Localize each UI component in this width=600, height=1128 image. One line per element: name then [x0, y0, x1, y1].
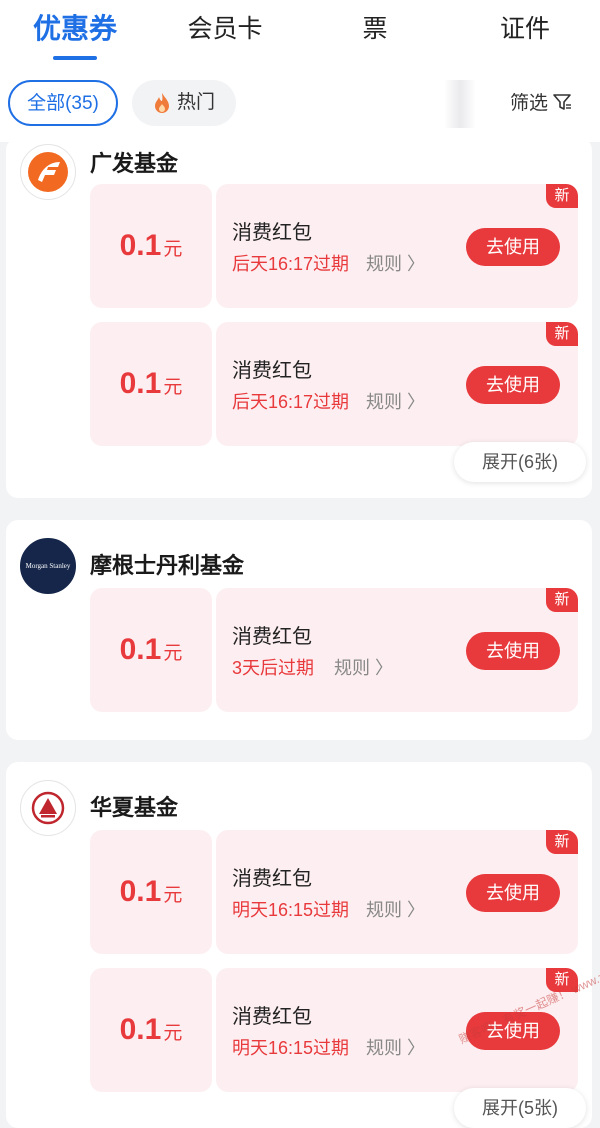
- coupon-card: 0.1 元 消费红包 明天16:15过期 规则 〉 去使用 新: [90, 830, 578, 954]
- coupon-title: 消费红包: [232, 1006, 312, 1028]
- coupon-title: 消费红包: [232, 222, 312, 244]
- coupon-amount-section: 0.1 元: [90, 830, 212, 954]
- coupon-title: 消费红包: [232, 360, 312, 382]
- brand-card-gf: 广发基金 0.1 元 消费红包 后天16:17过期 规则 〉 去使用 新 0.1 元…: [6, 138, 592, 498]
- coupon-expiry: 后天16:17过期: [232, 254, 350, 274]
- coupon-card: 0.1 元 消费红包 后天16:17过期 规则 〉 去使用 新: [90, 184, 578, 308]
- tab-coupons[interactable]: 优惠券: [0, 0, 150, 64]
- expand-button[interactable]: 展开(6张): [454, 442, 586, 482]
- coupon-rules-link[interactable]: 规则 〉: [366, 896, 425, 922]
- brand-card-morgan-stanley: Morgan Stanley 摩根士丹利基金 0.1 元 消费红包 3天后过期 规…: [6, 520, 592, 740]
- use-coupon-button[interactable]: 去使用: [466, 366, 560, 404]
- coupon-unit: 元: [163, 377, 183, 398]
- brand-name: 华夏基金: [90, 795, 179, 820]
- filter-button[interactable]: 筛选: [510, 88, 572, 115]
- chinaamc-logo-icon: [20, 780, 76, 836]
- coupon-expiry: 后天16:17过期: [232, 392, 350, 412]
- coupon-amount-section: 0.1 元: [90, 184, 212, 308]
- coupon-expiry: 明天16:15过期: [232, 900, 350, 920]
- coupon-amount-section: 0.1 元: [90, 968, 212, 1092]
- coupon-rules-link[interactable]: 规则 〉: [334, 654, 393, 680]
- gf-fund-logo-icon: [20, 144, 76, 200]
- coupon-amount-section: 0.1 元: [90, 322, 212, 446]
- coupon-unit: 元: [163, 643, 183, 664]
- brand-name: 广发基金: [90, 151, 179, 176]
- coupon-amount-section: 0.1 元: [90, 588, 212, 712]
- coupon-rules-link[interactable]: 规则 〉: [366, 388, 425, 414]
- coupon-amount: 0.1: [119, 1013, 162, 1046]
- use-coupon-button[interactable]: 去使用: [466, 228, 560, 266]
- coupon-expiry: 明天16:15过期: [232, 1038, 350, 1058]
- coupon-title: 消费红包: [232, 868, 312, 890]
- new-badge: 新: [546, 830, 578, 854]
- coupon-unit: 元: [163, 239, 183, 260]
- filter-chip-all[interactable]: 全部(35): [8, 80, 118, 126]
- coupon-expiry: 3天后过期: [232, 658, 315, 678]
- filter-chip-hot[interactable]: 热门: [132, 80, 236, 126]
- coupon-amount: 0.1: [119, 367, 162, 400]
- morgan-stanley-logo-text: Morgan Stanley: [25, 562, 71, 570]
- coupon-amount: 0.1: [119, 633, 162, 666]
- brand-card-chinaamc: 华夏基金 0.1 元 消费红包 明天16:15过期 规则 〉 去使用 新 0.1 元…: [6, 762, 592, 1128]
- tab-documents[interactable]: 证件: [450, 0, 600, 64]
- coupon-card: 0.1 元 消费红包 明天16:15过期 规则 〉 去使用 新: [90, 968, 578, 1092]
- coupon-info-section: 消费红包 明天16:15过期 规则 〉 去使用 新: [216, 968, 578, 1092]
- filter-button-label: 筛选: [509, 93, 548, 114]
- coupon-title: 消费红包: [232, 626, 312, 648]
- coupon-card: 0.1 元 消费红包 3天后过期 规则 〉 去使用 新: [90, 588, 578, 712]
- tab-tickets[interactable]: 票: [300, 0, 450, 64]
- coupon-info-section: 消费红包 后天16:17过期 规则 〉 去使用 新: [216, 322, 578, 446]
- morgan-stanley-logo-icon: Morgan Stanley: [20, 538, 76, 594]
- flame-icon: [154, 93, 169, 113]
- brand-name: 摩根士丹利基金: [90, 553, 245, 578]
- use-coupon-button[interactable]: 去使用: [466, 632, 560, 670]
- coupon-info-section: 消费红包 后天16:17过期 规则 〉 去使用 新: [216, 184, 578, 308]
- coupon-amount: 0.1: [119, 229, 162, 262]
- coupon-rules-link[interactable]: 规则 〉: [366, 250, 425, 276]
- expand-button[interactable]: 展开(5张): [454, 1088, 586, 1128]
- filter-bar: 全部(35) 热门 筛选: [0, 64, 600, 142]
- new-badge: 新: [546, 322, 578, 346]
- scroll-fade: [444, 80, 476, 128]
- coupon-rules-link[interactable]: 规则 〉: [366, 1034, 425, 1060]
- coupon-card: 0.1 元 消费红包 后天16:17过期 规则 〉 去使用 新: [90, 322, 578, 446]
- coupon-info-section: 消费红包 明天16:15过期 规则 〉 去使用 新: [216, 830, 578, 954]
- top-tab-bar: 优惠券 会员卡 票 证件: [0, 0, 600, 64]
- funnel-icon: [553, 93, 571, 110]
- filter-chip-hot-label: 热门: [176, 92, 215, 113]
- tab-member-cards[interactable]: 会员卡: [150, 0, 300, 64]
- new-badge: 新: [546, 588, 578, 612]
- coupon-info-section: 消费红包 3天后过期 规则 〉 去使用 新: [216, 588, 578, 712]
- coupon-unit: 元: [163, 1023, 183, 1044]
- new-badge: 新: [546, 184, 578, 208]
- coupon-amount: 0.1: [119, 875, 162, 908]
- coupon-unit: 元: [163, 885, 183, 906]
- use-coupon-button[interactable]: 去使用: [466, 874, 560, 912]
